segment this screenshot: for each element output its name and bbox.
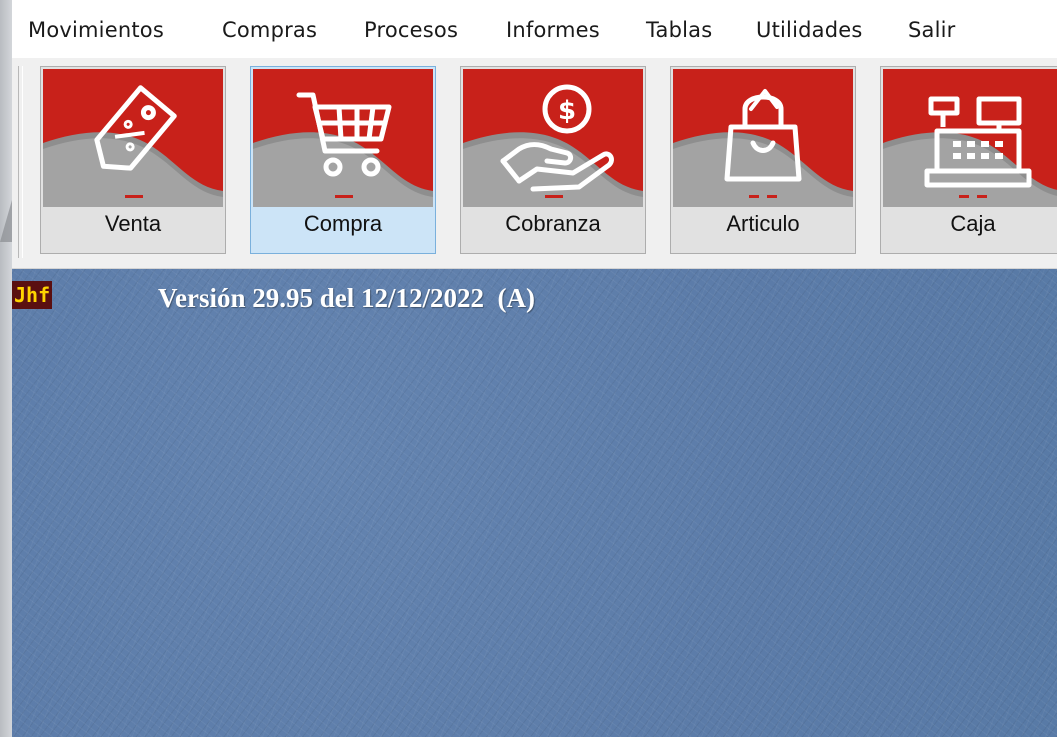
cobranza-label: Cobranza [505,211,601,236]
hand-coin-icon: $ [500,84,614,198]
screen: Movimientos Compras Procesos Informes Ta… [0,0,1057,737]
toolbar: Venta Compra $ Cobranza Articulo Caja [12,58,1057,269]
price-tag-icon [94,85,177,198]
shopping-bag-icon [724,89,802,198]
app-window: Movimientos Compras Procesos Informes Ta… [12,0,1057,737]
cash-register-icon [924,96,1032,198]
cobranza-button[interactable]: $ Cobranza [460,66,646,254]
left-edge [0,0,12,737]
menu-bar: Movimientos Compras Procesos Informes Ta… [12,0,1057,59]
venta-button[interactable]: Venta [40,66,226,254]
menu-salir[interactable]: Salir [908,18,956,42]
articulo-button[interactable]: Articulo [670,66,856,254]
venta-label: Venta [104,211,162,236]
shopping-cart-icon [296,92,392,198]
menu-utilidades[interactable]: Utilidades [756,18,863,42]
articulo-image [673,69,853,207]
compra-image [253,69,433,207]
menu-movimientos[interactable]: Movimientos [28,18,164,42]
compra-button[interactable]: Compra [250,66,436,254]
menu-compras[interactable]: Compras [222,18,317,42]
articulo-label: Articulo [726,211,800,236]
caja-label: Caja [950,211,996,236]
menu-informes[interactable]: Informes [506,18,600,42]
menu-tablas[interactable]: Tablas [646,18,712,42]
menu-procesos[interactable]: Procesos [364,18,458,42]
compra-label: Compra [303,211,383,236]
toolbar-grip[interactable] [18,66,23,258]
desktop-background: Jhf Versión 29.95 del 12/12/2022 (A) [12,269,1057,737]
caja-button[interactable]: Caja [880,66,1057,254]
app-logo: Jhf [12,281,53,309]
venta-image [43,69,223,207]
svg-text:$: $ [558,96,576,126]
caja-image [883,69,1057,207]
cobranza-image: $ [463,69,643,207]
version-label: Versión 29.95 del 12/12/2022 (A) [158,283,535,313]
